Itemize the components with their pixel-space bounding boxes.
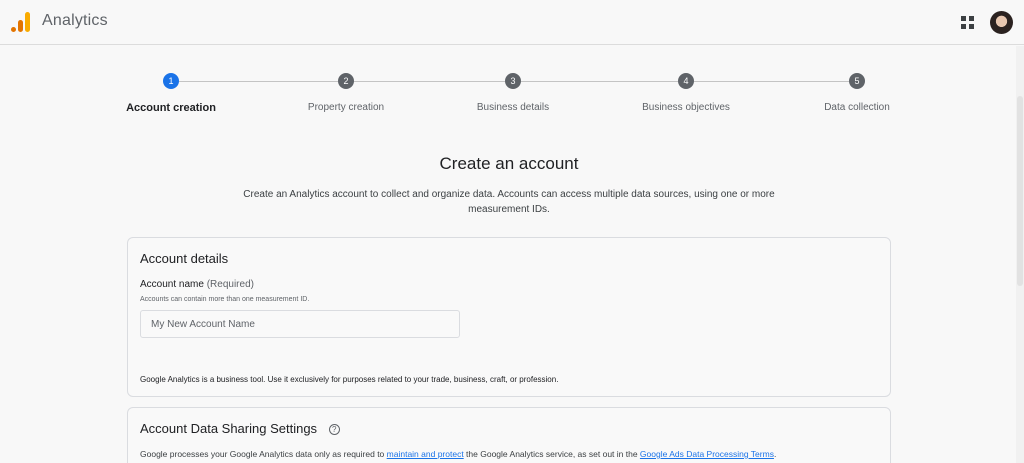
- step-connector: [521, 81, 678, 82]
- account-name-hint: Accounts can contain more than one measu…: [140, 296, 310, 303]
- maintain-protect-link[interactable]: maintain and protect: [387, 449, 464, 459]
- apps-grid-icon[interactable]: [961, 16, 974, 29]
- avatar[interactable]: [990, 11, 1013, 34]
- required-indicator: (Required): [206, 279, 254, 290]
- account-details-card: Account details Account name (Required) …: [127, 237, 891, 397]
- account-name-input[interactable]: [140, 310, 460, 338]
- sharing-text-middle: the Google Analytics service, as set out…: [463, 449, 640, 459]
- help-circle-icon[interactable]: ?: [328, 424, 340, 435]
- data-sharing-description: Google processes your Google Analytics d…: [140, 448, 880, 461]
- app-title[interactable]: Analytics: [42, 12, 108, 30]
- data-sharing-card: Account Data Sharing Settings ? Google p…: [127, 407, 891, 463]
- sharing-text-before: Google processes your Google Analytics d…: [140, 449, 387, 459]
- account-name-label-text: Account name: [140, 279, 204, 290]
- sharing-text-after: .: [773, 449, 777, 459]
- account-details-title: Account details: [140, 251, 229, 266]
- step-3-label: Business details: [476, 102, 550, 113]
- business-tool-notice: Google Analytics is a business tool. Use…: [140, 375, 559, 384]
- step-connector: [353, 81, 505, 82]
- setup-stepper: 1 2 3 4 5 Account creation Property crea…: [0, 70, 1024, 120]
- scrollbar-thumb[interactable]: [1017, 96, 1023, 286]
- top-app-bar: Analytics: [0, 0, 1024, 45]
- step-5-label: Data collection: [824, 102, 890, 113]
- step-5-indicator: 5: [849, 73, 865, 89]
- step-1-indicator: 1: [163, 73, 179, 89]
- data-sharing-title-text: Account Data Sharing Settings: [140, 421, 318, 436]
- page-subtitle: Create an Analytics account to collect a…: [243, 189, 775, 215]
- step-4-indicator: 4: [678, 73, 694, 89]
- step-2-indicator: 2: [338, 73, 354, 89]
- step-connector: [179, 81, 338, 82]
- account-name-label: Account name (Required): [140, 279, 254, 290]
- step-4-label: Business objectives: [642, 102, 730, 113]
- step-1-label: Account creation: [126, 102, 216, 114]
- analytics-logo-icon[interactable]: [11, 12, 30, 33]
- data-sharing-title: Account Data Sharing Settings ?: [140, 421, 340, 436]
- step-3-indicator: 3: [505, 73, 521, 89]
- step-connector: [694, 81, 849, 82]
- step-2-label: Property creation: [307, 102, 385, 113]
- data-processing-terms-link[interactable]: Google Ads Data Processing Terms: [640, 449, 774, 459]
- page-title: Create an account: [439, 154, 579, 173]
